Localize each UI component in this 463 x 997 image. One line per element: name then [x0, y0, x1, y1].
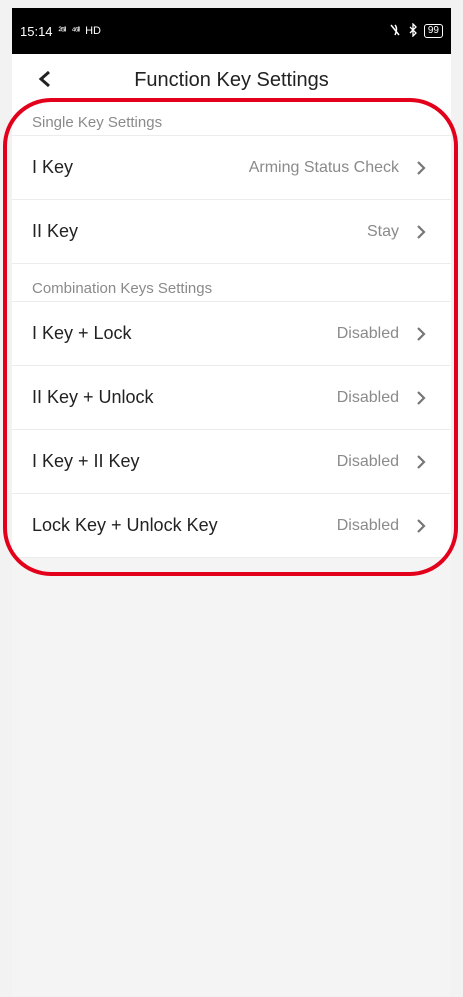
- row-value: Disabled: [336, 388, 399, 406]
- chevron-right-icon: [417, 390, 426, 405]
- row-value: Disabled: [336, 516, 399, 534]
- chevron-right-icon: [417, 224, 426, 239]
- chevron-left-icon: [38, 70, 50, 88]
- row-label: II Key + Unlock: [32, 387, 154, 407]
- section-header-single: Single Key Settings: [12, 106, 451, 136]
- row-value: Disabled: [336, 452, 399, 470]
- single-key-section: Single Key Settings I Key Arming Status …: [12, 106, 451, 264]
- status-bar: 15:14 ²⁶ᴵᴵ ⁴⁶ᴵᴵ HD 99: [12, 8, 451, 54]
- chevron-right-icon: [417, 518, 426, 533]
- back-button[interactable]: [30, 64, 60, 94]
- row-i-key-lock[interactable]: I Key + Lock Disabled: [12, 302, 451, 366]
- row-value: Disabled: [336, 324, 399, 342]
- phone-screen: 15:14 ²⁶ᴵᴵ ⁴⁶ᴵᴵ HD 99 Function Key Setti…: [12, 8, 451, 997]
- row-lock-unlock[interactable]: Lock Key + Unlock Key Disabled: [12, 494, 451, 558]
- nav-bar: Function Key Settings: [12, 54, 451, 106]
- battery-icon: 99: [423, 24, 443, 38]
- row-value: Stay: [366, 222, 399, 240]
- chevron-right-icon: [417, 326, 426, 341]
- row-label: Lock Key + Unlock Key: [32, 515, 218, 535]
- row-label: I Key: [32, 157, 74, 177]
- row-value: Arming Status Check: [248, 158, 399, 176]
- row-i-key-ii-key[interactable]: I Key + II Key Disabled: [12, 430, 451, 494]
- signal-icon-2: ⁴⁶ᴵᴵ: [71, 25, 80, 37]
- row-label: I Key + Lock: [32, 323, 132, 343]
- row-label: II Key: [32, 221, 79, 241]
- row-label: I Key + II Key: [32, 451, 140, 471]
- row-ii-key[interactable]: II Key Stay: [12, 200, 451, 264]
- status-time: 15:14: [20, 23, 53, 39]
- hd-indicator: HD: [85, 25, 101, 37]
- row-i-key[interactable]: I Key Arming Status Check: [12, 136, 451, 200]
- signal-icon: ²⁶ᴵᴵ: [58, 25, 67, 37]
- bluetooth-icon: [408, 21, 418, 40]
- combination-keys-section: Combination Keys Settings I Key + Lock D…: [12, 264, 451, 558]
- row-ii-key-unlock[interactable]: II Key + Unlock Disabled: [12, 366, 451, 430]
- page-title: Function Key Settings: [134, 68, 329, 91]
- section-header-combination: Combination Keys Settings: [12, 264, 451, 302]
- chevron-right-icon: [417, 160, 426, 175]
- mute-icon: [388, 23, 402, 40]
- chevron-right-icon: [417, 454, 426, 469]
